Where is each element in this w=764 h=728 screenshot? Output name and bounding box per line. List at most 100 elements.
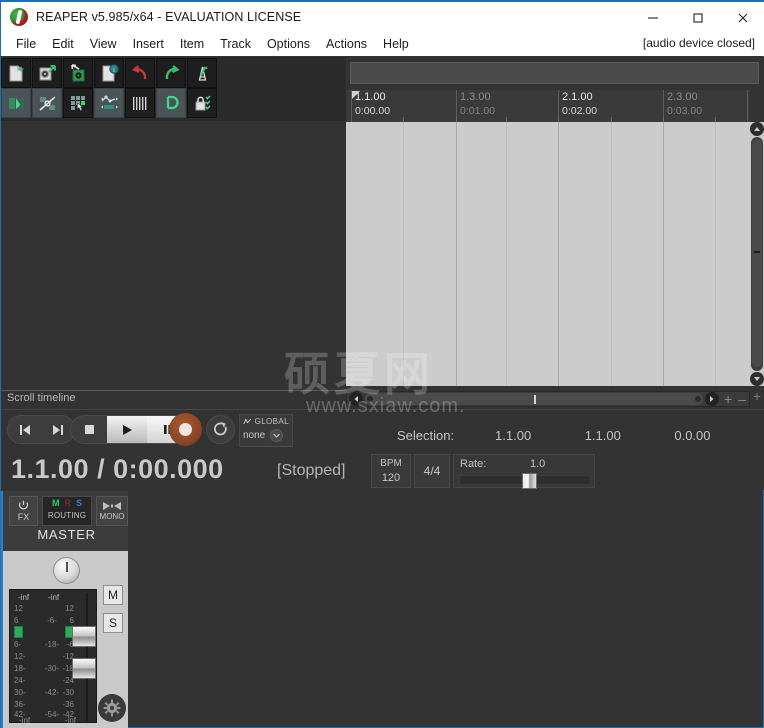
envelope-shape-icon — [243, 418, 252, 425]
time-signature-field[interactable]: 4/4 — [414, 454, 450, 488]
master-vu-meter[interactable]: -inf -inf 12 6 6- 12- 18- 24- 30- 36- 42… — [9, 589, 97, 725]
grid-icon[interactable] — [125, 88, 155, 118]
routing-label: ROUTING — [47, 511, 87, 520]
loop-icon[interactable] — [156, 88, 186, 118]
lock-icon[interactable] — [187, 88, 217, 118]
master-fx-button[interactable]: FX — [9, 496, 38, 526]
bpm-field[interactable]: BPM 120 — [371, 454, 411, 488]
stop-icon[interactable] — [71, 416, 107, 443]
svg-text:i: i — [113, 66, 115, 74]
vertical-zoom-in-button[interactable]: + — [753, 389, 761, 404]
scroll-timeline-label: Scroll timeline — [7, 392, 76, 404]
meter-scale-right: -inf — [64, 716, 76, 725]
menu-item-actions[interactable]: Actions — [318, 35, 375, 53]
volume-fader-thumb-upper[interactable] — [72, 626, 96, 647]
master-mute-button[interactable]: M — [103, 585, 123, 605]
power-icon — [18, 500, 29, 510]
selection-end[interactable]: 1.1.00 — [585, 428, 675, 443]
vertical-scroll-thumb[interactable] — [752, 139, 762, 367]
volume-fader-thumb-lower[interactable] — [72, 658, 96, 679]
routing-mute-indicator: M — [51, 498, 60, 508]
gear-icon[interactable] — [98, 694, 126, 722]
timeline-ruler[interactable]: 1.1.00 0:00.00 1.3.00 0:01.00 2.1.00 0:0… — [346, 90, 750, 122]
bpm-label: BPM — [380, 458, 402, 469]
meter-scale-center: -42- — [44, 688, 60, 697]
volume-fader-track[interactable] — [86, 593, 88, 721]
undo-icon[interactable] — [125, 58, 155, 88]
menu-item-insert[interactable]: Insert — [125, 35, 172, 53]
menu-item-item[interactable]: Item — [172, 35, 212, 53]
reaper-logo-icon — [10, 8, 28, 26]
track-arrange-area[interactable] — [346, 122, 750, 386]
menu-item-options[interactable]: Options — [259, 35, 318, 53]
horizontal-zoom-in-button[interactable]: + — [721, 391, 735, 407]
routing-solo-indicator: S — [75, 498, 82, 508]
selection-readout: Selection: 1.1.00 1.1.00 0.0.00 — [397, 428, 764, 443]
meter-scale-left: 36- — [14, 700, 26, 709]
selection-start[interactable]: 1.1.00 — [495, 428, 585, 443]
selection-length[interactable]: 0.0.00 — [674, 428, 764, 443]
transport-state-label: [Stopped] — [277, 462, 346, 479]
scroll-up-arrow-icon[interactable] — [750, 122, 764, 136]
rate-slider-thumb[interactable] — [522, 473, 537, 489]
meter-scale-right: -36 — [62, 700, 74, 709]
minimize-icon[interactable] — [630, 2, 675, 34]
menu-item-view[interactable]: View — [82, 35, 125, 53]
meter-scale-center: -6- — [47, 616, 57, 625]
horizontal-zoom-out-button[interactable]: – — [735, 391, 749, 407]
metronome-icon[interactable] — [187, 58, 217, 88]
menu-item-track[interactable]: Track — [212, 35, 259, 53]
global-repeat-selector[interactable]: GLOBAL none — [239, 414, 293, 447]
master-track-name[interactable]: MASTER — [3, 527, 130, 542]
open-project-icon[interactable] — [32, 58, 62, 88]
scroll-right-arrow-icon[interactable] — [705, 392, 720, 406]
glue-items-icon[interactable] — [32, 88, 62, 118]
vertical-scroll-track[interactable] — [751, 137, 763, 371]
mono-label: MONO — [99, 512, 125, 521]
play-icon[interactable] — [107, 416, 147, 443]
new-project-icon[interactable] — [1, 58, 31, 88]
split-item-icon[interactable] — [1, 88, 31, 118]
horizontal-scrollbar[interactable]: + – — [346, 391, 750, 407]
title-bar: REAPER v5.985/x64 - EVALUATION LICENSE — [1, 0, 764, 32]
redo-icon[interactable] — [156, 58, 186, 88]
chevron-down-icon[interactable] — [270, 429, 284, 442]
group-items-icon[interactable] — [63, 88, 93, 118]
horizontal-scroll-thumb[interactable] — [365, 393, 704, 405]
meter-scale-right: 12 — [65, 604, 74, 613]
main-toolbar: i — [1, 57, 346, 121]
playback-position-display[interactable]: 1.1.00 / 0:00.000 — [11, 454, 224, 485]
repeat-icon[interactable] — [206, 415, 235, 444]
master-mono-button[interactable]: MONO — [96, 496, 128, 526]
audio-device-status: [audio device closed] — [642, 36, 755, 50]
meter-scale-left: 18- — [14, 664, 26, 673]
envelope-icon[interactable] — [94, 88, 124, 118]
scroll-left-arrow-icon[interactable] — [349, 392, 363, 406]
global-value: none — [243, 430, 266, 441]
rate-value[interactable]: 1.0 — [530, 458, 545, 470]
meter-scale-left: -inf — [19, 716, 31, 725]
rate-slider[interactable] — [459, 473, 591, 489]
menu-item-help[interactable]: Help — [375, 35, 417, 53]
peak-right-value: -inf — [48, 593, 60, 602]
peak-left-value: -inf — [18, 593, 30, 602]
ruler-bar-label: 1.1.00 — [355, 91, 386, 103]
scroll-down-arrow-icon[interactable] — [750, 372, 764, 386]
maximize-icon[interactable] — [675, 2, 720, 34]
bpm-value[interactable]: 120 — [382, 472, 400, 484]
master-routing-button[interactable]: M R S ROUTING — [42, 496, 92, 526]
menu-item-edit[interactable]: Edit — [44, 35, 82, 53]
meter-scale-left: 12 — [14, 604, 23, 613]
meter-scale-left: 6 — [14, 616, 19, 625]
menu-item-file[interactable]: File — [8, 35, 44, 53]
record-icon[interactable] — [169, 413, 202, 446]
transport-bar: GLOBAL none 1.1.00 / 0:00.000 [Stopped] … — [1, 409, 764, 490]
skip-to-start-icon[interactable] — [8, 416, 41, 443]
pan-knob[interactable] — [53, 557, 80, 584]
window-title: REAPER v5.985/x64 - EVALUATION LICENSE — [36, 10, 302, 24]
project-settings-icon[interactable]: i — [94, 58, 124, 88]
vertical-scrollbar[interactable] — [750, 122, 764, 386]
master-solo-button[interactable]: S — [103, 613, 123, 633]
close-icon[interactable] — [720, 2, 764, 34]
save-project-icon[interactable] — [63, 58, 93, 88]
